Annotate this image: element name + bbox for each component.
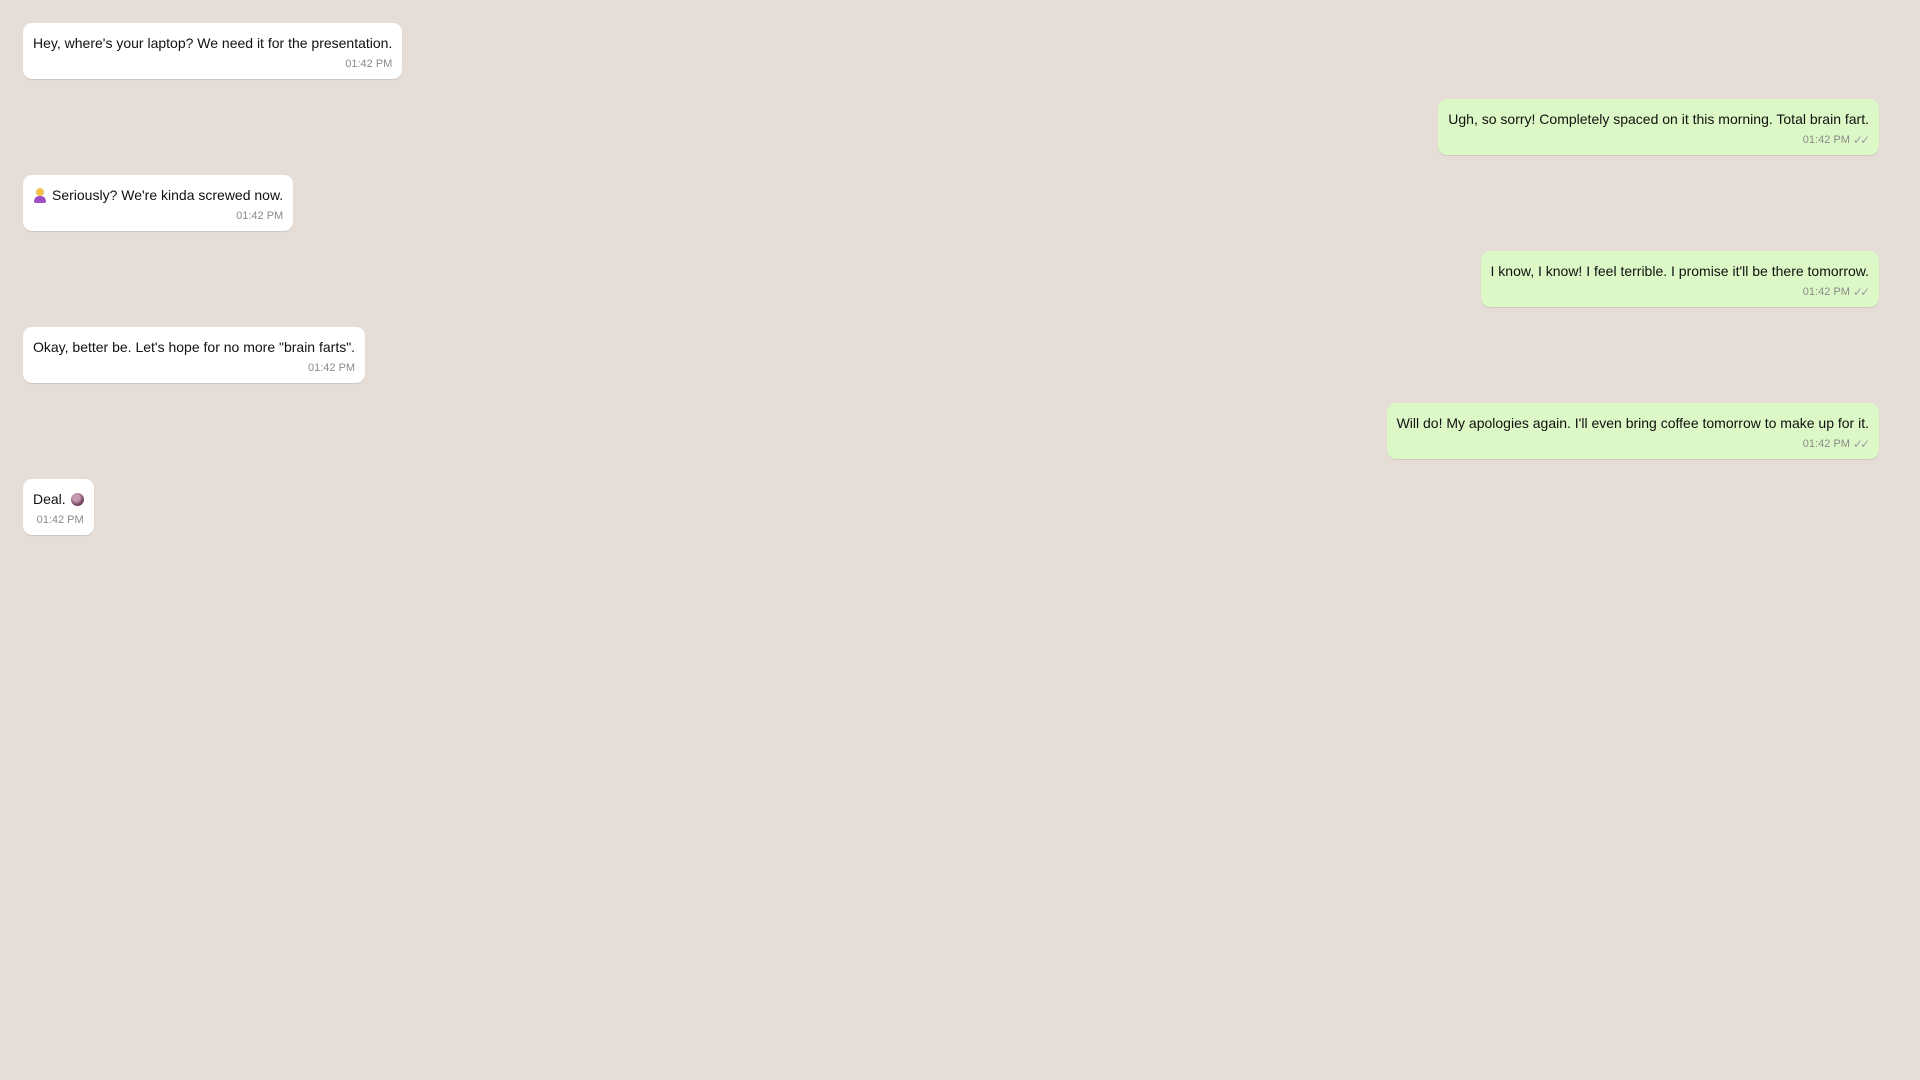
woman-shrugging-icon bbox=[33, 187, 47, 203]
message-bubble[interactable]: Ugh, so sorry! Completely spaced on it t… bbox=[1438, 99, 1879, 155]
message-text-wrap: Deal. bbox=[33, 489, 84, 509]
message-meta: 01:42 PM ✓✓ bbox=[1397, 437, 1870, 451]
message-text-wrap: I know, I know! I feel terrible. I promi… bbox=[1491, 261, 1870, 281]
message-time: 01:42 PM bbox=[36, 514, 84, 526]
message-text: Hey, where's your laptop? We need it for… bbox=[33, 35, 393, 51]
message-row-outgoing: Will do! My apologies again. I'll even b… bbox=[23, 403, 1879, 459]
message-text: Okay, better be. Let's hope for no more … bbox=[33, 339, 356, 355]
message-meta: 01:42 PM ✓✓ bbox=[1448, 133, 1870, 147]
message-meta: 01:42 PM bbox=[33, 513, 84, 527]
message-text: I know, I know! I feel terrible. I promi… bbox=[1490, 263, 1870, 279]
message-text: Deal. bbox=[33, 491, 66, 507]
message-bubble[interactable]: Hey, where's your laptop? We need it for… bbox=[23, 23, 403, 79]
message-time: 01:42 PM bbox=[1802, 134, 1850, 146]
message-row-outgoing: Ugh, so sorry! Completely spaced on it t… bbox=[23, 99, 1879, 155]
message-meta: 01:42 PM ✓✓ bbox=[1491, 285, 1870, 299]
message-text-wrap: Ugh, so sorry! Completely spaced on it t… bbox=[1448, 109, 1869, 129]
message-bubble[interactable]: Deal. 01:42 PM bbox=[23, 479, 94, 535]
message-text-wrap: Seriously? We're kinda screwed now. bbox=[33, 185, 283, 205]
message-bubble[interactable]: Will do! My apologies again. I'll even b… bbox=[1386, 403, 1879, 459]
message-time: 01:42 PM bbox=[1802, 438, 1850, 450]
message-time: 01:42 PM bbox=[307, 362, 356, 374]
message-text-wrap: Will do! My apologies again. I'll even b… bbox=[1397, 413, 1869, 433]
message-meta: 01:42 PM bbox=[33, 209, 283, 223]
double-check-icon: ✓✓ bbox=[1852, 133, 1870, 147]
chat-thread: Hey, where's your laptop? We need it for… bbox=[0, 0, 1920, 1080]
message-meta: 01:42 PM bbox=[33, 57, 392, 71]
message-text-wrap: Hey, where's your laptop? We need it for… bbox=[33, 33, 392, 53]
message-row-outgoing: I know, I know! I feel terrible. I promi… bbox=[23, 251, 1879, 307]
message-text-wrap: Okay, better be. Let's hope for no more … bbox=[33, 337, 355, 357]
message-bubble[interactable]: Okay, better be. Let's hope for no more … bbox=[23, 327, 366, 383]
double-check-icon: ✓✓ bbox=[1852, 285, 1870, 299]
message-row-incoming: Hey, where's your laptop? We need it for… bbox=[23, 23, 1879, 79]
double-check-icon: ✓✓ bbox=[1852, 437, 1870, 451]
message-bubble[interactable]: I know, I know! I feel terrible. I promi… bbox=[1480, 251, 1879, 307]
message-text: Seriously? We're kinda screwed now. bbox=[52, 187, 284, 203]
reaction-emoji-icon bbox=[70, 492, 84, 506]
message-time: 01:42 PM bbox=[236, 210, 284, 222]
message-time: 01:42 PM bbox=[345, 58, 393, 70]
message-text: Will do! My apologies again. I'll even b… bbox=[1396, 415, 1869, 431]
message-bubble[interactable]: Seriously? We're kinda screwed now. 01:4… bbox=[23, 175, 294, 231]
message-meta: 01:42 PM bbox=[33, 361, 355, 375]
message-row-incoming: Okay, better be. Let's hope for no more … bbox=[23, 327, 1879, 383]
message-row-incoming: Deal. 01:42 PM bbox=[23, 479, 1879, 535]
message-time: 01:42 PM bbox=[1802, 286, 1850, 298]
message-row-incoming: Seriously? We're kinda screwed now. 01:4… bbox=[23, 175, 1879, 231]
message-text: Ugh, so sorry! Completely spaced on it t… bbox=[1448, 111, 1869, 127]
